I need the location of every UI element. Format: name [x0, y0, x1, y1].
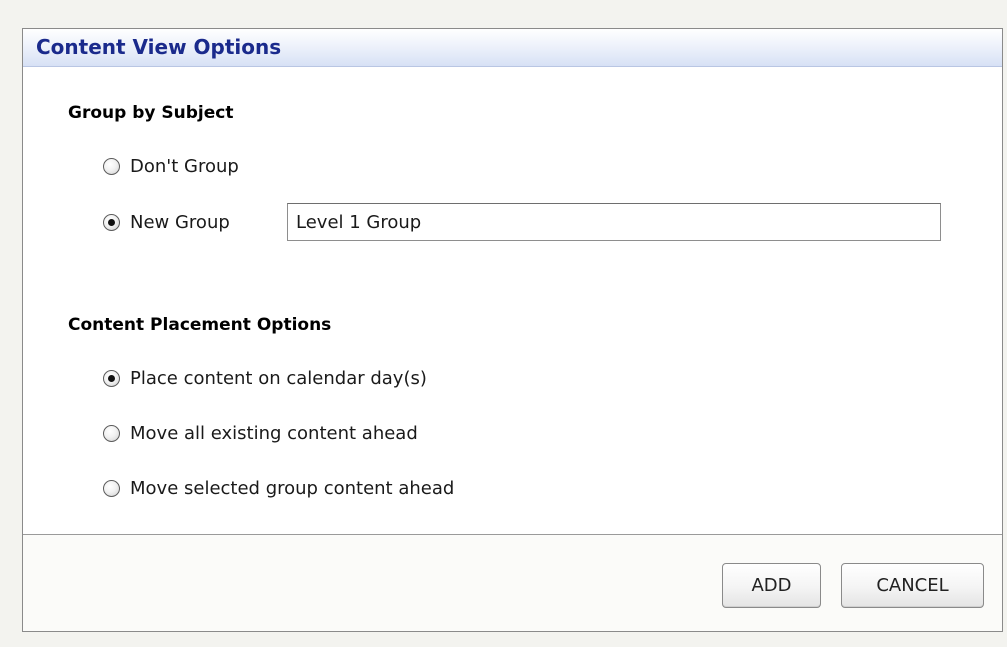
footer-divider [23, 534, 1002, 535]
radio-button-checked-icon[interactable] [103, 369, 120, 387]
radio-button-unchecked-icon[interactable] [103, 479, 120, 497]
dialog-title-bar: Content View Options [23, 29, 1002, 67]
add-button[interactable]: ADD [722, 563, 821, 608]
content-view-options-dialog: Content View Options Group by Subject Do… [22, 28, 1003, 632]
radio-button-unchecked-icon[interactable] [103, 424, 120, 442]
radio-button-checked-icon[interactable] [103, 213, 120, 231]
content-placement-heading: Content Placement Options [68, 315, 332, 335]
dialog-title: Content View Options [36, 35, 282, 59]
radio-move-all-content-ahead[interactable]: Move all existing content ahead [103, 421, 418, 445]
radio-place-on-calendar-day[interactable]: Place content on calendar day(s) [103, 366, 427, 390]
radio-move-all-content-ahead-label: Move all existing content ahead [130, 422, 418, 444]
radio-button-unchecked-icon[interactable] [103, 157, 120, 175]
radio-place-on-calendar-day-label: Place content on calendar day(s) [130, 367, 427, 389]
radio-new-group-label: New Group [130, 211, 230, 233]
radio-new-group[interactable]: New Group [103, 210, 230, 234]
group-name-input[interactable] [287, 203, 941, 241]
radio-move-selected-group-ahead[interactable]: Move selected group content ahead [103, 476, 454, 500]
radio-move-selected-group-ahead-label: Move selected group content ahead [130, 477, 455, 499]
group-by-subject-heading: Group by Subject [68, 103, 234, 123]
radio-dont-group-label: Don't Group [130, 155, 239, 177]
radio-dont-group[interactable]: Don't Group [103, 154, 239, 178]
cancel-button[interactable]: CANCEL [841, 563, 984, 608]
